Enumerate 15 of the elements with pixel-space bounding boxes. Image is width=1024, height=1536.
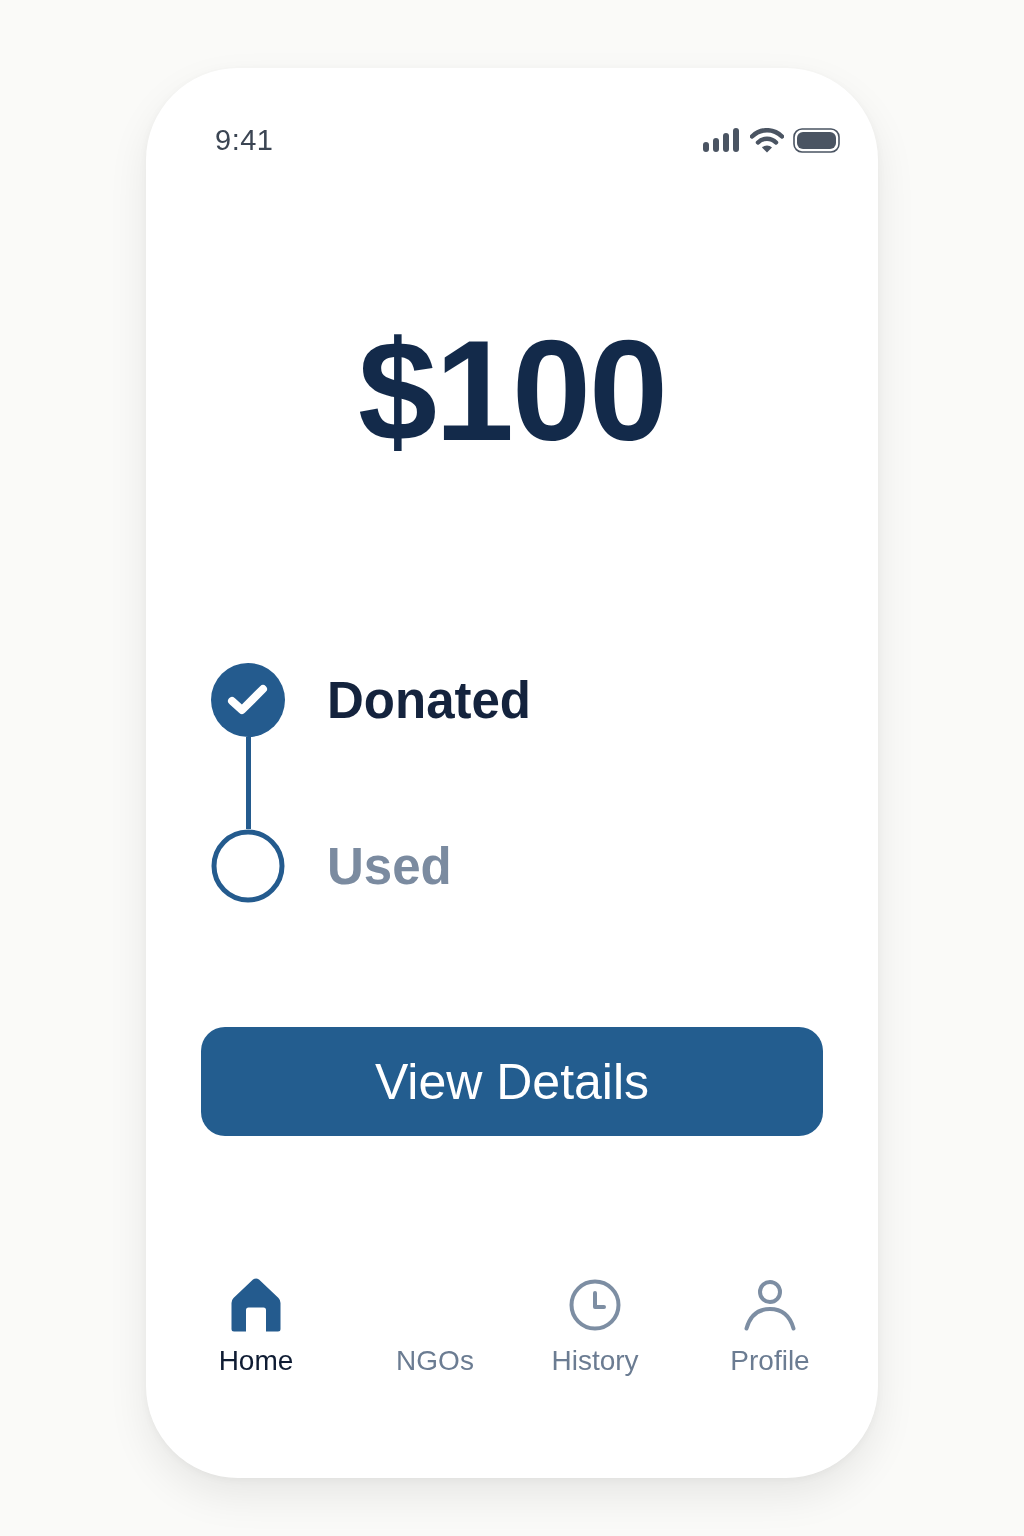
- nav-tab[interactable]: NGOs: [396, 1277, 474, 1377]
- battery-icon: [793, 127, 840, 153]
- nav-tab[interactable]: History: [551, 1277, 639, 1377]
- clock-icon: [569, 1279, 621, 1331]
- step-label: Donated: [327, 670, 531, 730]
- status-time: 9:41: [215, 123, 274, 157]
- step-label: Used: [327, 836, 452, 896]
- nav-tab[interactable]: Home: [218, 1277, 294, 1377]
- donation-amount: $100: [358, 320, 666, 462]
- home-icon: [231, 1278, 281, 1332]
- wifi-icon: [750, 127, 784, 153]
- signal-icon: [703, 128, 741, 152]
- profile-icon: [744, 1279, 796, 1331]
- view-details-button[interactable]: View Details: [201, 1027, 823, 1136]
- nav-tab[interactable]: Profile: [730, 1277, 810, 1377]
